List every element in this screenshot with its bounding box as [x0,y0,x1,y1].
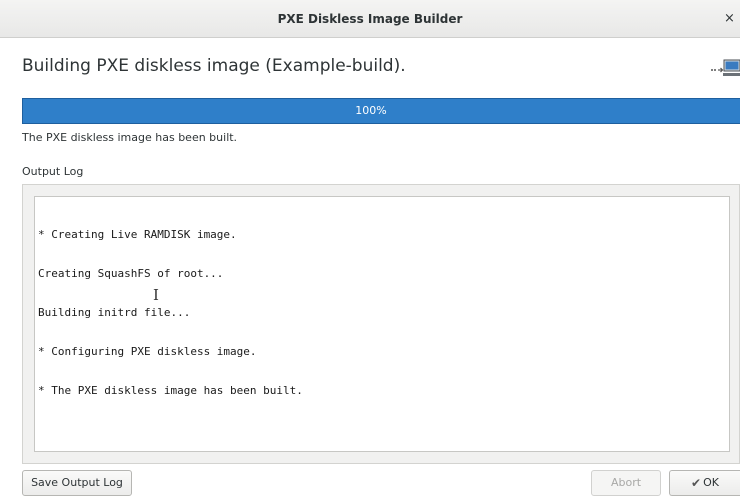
output-log-label: Output Log [22,165,84,178]
ok-button[interactable]: ✔ OK [669,470,740,496]
close-button[interactable]: × [724,0,740,38]
page-heading: Building PXE diskless image (Example-bui… [22,56,406,76]
checkmark-icon: ✔ [691,476,702,490]
abort-button[interactable]: Abort [591,470,661,496]
window-title: PXE Diskless Image Builder [277,12,463,26]
ok-label: OK [703,476,719,489]
network-computer-icon [711,59,740,76]
progress-label: 100% [355,104,387,117]
log-line: Creating SquashFS of root... [38,267,224,280]
log-line: * The PXE diskless image has been built. [38,384,303,397]
title-bar: PXE Diskless Image Builder × [0,0,740,38]
log-line: * Configuring PXE diskless image. [38,345,257,358]
log-line: Building initrd file... [38,306,191,319]
save-output-log-button[interactable]: Save Output Log [22,470,132,496]
status-text: The PXE diskless image has been built. [22,131,238,144]
progress-bar: 100% [22,98,740,124]
text-cursor-icon: I [153,286,159,304]
log-line: * Creating Live RAMDISK image. [38,228,237,241]
output-log-textarea[interactable]: * Creating Live RAMDISK image. Creating … [34,196,730,452]
